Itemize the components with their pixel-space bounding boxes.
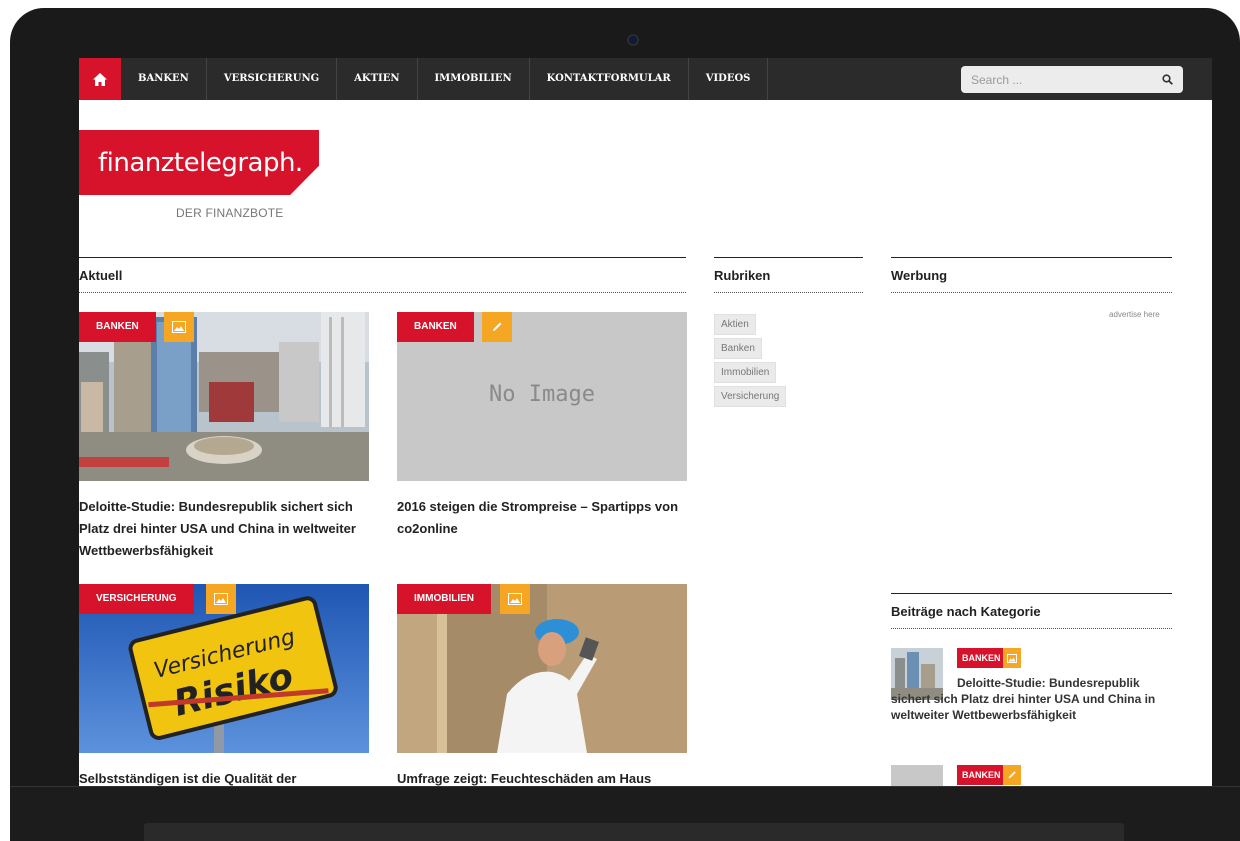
category-tag-list: Aktien Banken Immobilien Versicherung <box>714 314 834 410</box>
main-nav: BANKEN VERSICHERUNG AKTIEN IMMOBILIEN KO… <box>79 58 1212 100</box>
webcam <box>627 34 639 46</box>
nav-item-versicherung[interactable]: VERSICHERUNG <box>207 58 338 100</box>
article-image-sign[interactable]: Versicherung Risiko VERSICHERUNG <box>79 584 369 753</box>
category-badge[interactable]: BANKEN <box>397 312 474 342</box>
category-badge[interactable]: BANKEN <box>957 648 1006 668</box>
category-badge[interactable]: VERSICHERUNG <box>79 584 194 614</box>
nav-item-videos[interactable]: VIDEOS <box>689 58 769 100</box>
sidebar-post-thumb[interactable] <box>891 765 943 786</box>
sidebar-post[interactable]: BANKEN Deloitte-Studie: Bundesrepublik s… <box>891 648 1176 738</box>
laptop-base <box>10 786 1240 841</box>
search-icon[interactable] <box>1162 74 1173 85</box>
advertise-link[interactable]: advertise here <box>1109 310 1160 319</box>
category-badge[interactable]: BANKEN <box>957 765 1006 785</box>
section-heading-rubriken: Rubriken <box>714 257 863 293</box>
logo-title: finanztelegraph. <box>98 148 303 178</box>
logo-subtitle: DER FINANZBOTE <box>176 206 284 220</box>
search-input[interactable] <box>971 72 1151 87</box>
tag-versicherung[interactable]: Versicherung <box>714 386 787 407</box>
home-icon <box>93 72 107 86</box>
article-card[interactable]: IMMOBILIEN Umfrage zeigt: Feuchteschäden… <box>397 584 687 786</box>
tag-immobilien[interactable]: Immobilien <box>714 362 777 383</box>
article-title[interactable]: Deloitte-Studie: Bundesrepublik sichert … <box>79 496 369 562</box>
site-logo[interactable]: finanztelegraph. <box>79 130 319 195</box>
sidebar-post[interactable]: BANKEN <box>891 765 1176 786</box>
image-icon <box>206 584 236 614</box>
pencil-icon <box>1003 765 1021 785</box>
section-heading-aktuell: Aktuell <box>79 257 686 293</box>
nav-item-immobilien[interactable]: IMMOBILIEN <box>418 58 530 100</box>
image-icon <box>164 312 194 342</box>
article-card[interactable]: No Image BANKEN 2016 steigen die Strompr… <box>397 312 687 540</box>
tag-aktien[interactable]: Aktien <box>714 314 756 335</box>
nav-item-banken[interactable]: BANKEN <box>121 58 207 100</box>
category-badge[interactable]: IMMOBILIEN <box>397 584 491 614</box>
section-heading-werbung: Werbung <box>891 257 1172 293</box>
article-image-placeholder[interactable]: No Image BANKEN <box>397 312 687 481</box>
section-heading-beitraege: Beiträge nach Kategorie <box>891 593 1172 629</box>
category-badge[interactable]: BANKEN <box>79 312 156 342</box>
browser-screen: BANKEN VERSICHERUNG AKTIEN IMMOBILIEN KO… <box>79 58 1212 786</box>
image-icon <box>1003 648 1021 668</box>
image-icon <box>500 584 530 614</box>
sidebar-post-title[interactable]: Deloitte-Studie: Bundesrepublik sichert … <box>891 675 1176 723</box>
home-button[interactable] <box>79 58 121 100</box>
nav-item-aktien[interactable]: AKTIEN <box>337 58 418 100</box>
article-card[interactable]: BANKEN Deloitte-Studie: Bundesrepublik s… <box>79 312 369 562</box>
article-title[interactable]: Umfrage zeigt: Feuchteschäden am Haus <box>397 768 687 786</box>
pencil-icon <box>482 312 512 342</box>
article-image-worker[interactable]: IMMOBILIEN <box>397 584 687 753</box>
article-title[interactable]: 2016 steigen die Strompreise – Spartipps… <box>397 496 687 540</box>
search-box[interactable] <box>961 66 1183 93</box>
article-title[interactable]: Selbstständigen ist die Qualität der <box>79 768 369 786</box>
nav-item-kontaktformular[interactable]: KONTAKTFORMULAR <box>530 58 689 100</box>
no-image-label: No Image <box>489 382 595 407</box>
article-card[interactable]: Versicherung Risiko VERSICHERUNG Selbsts… <box>79 584 369 786</box>
article-image-city[interactable]: BANKEN <box>79 312 369 481</box>
tag-banken[interactable]: Banken <box>714 338 762 359</box>
